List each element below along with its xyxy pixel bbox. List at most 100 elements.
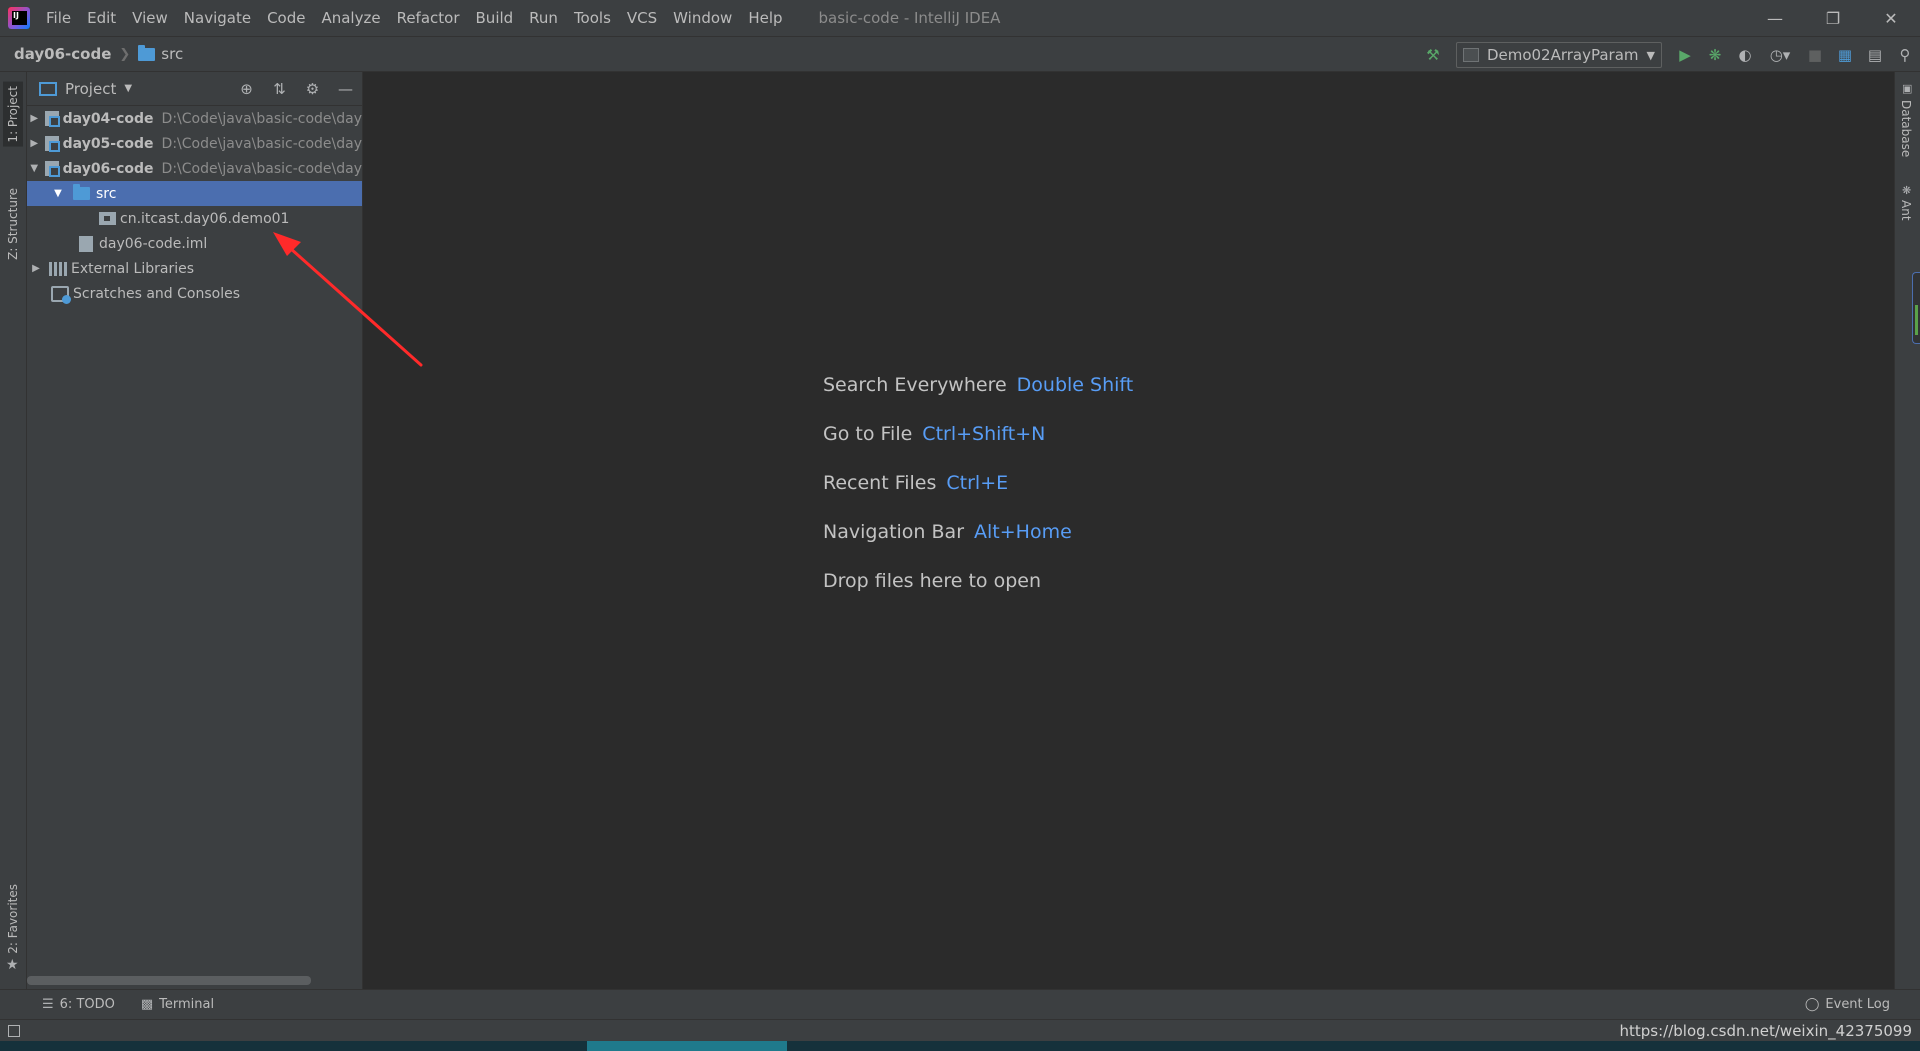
project-panel: Project ▼ ⊕ ⇅ ⚙ — ▶ day04-code D:\Code\j… xyxy=(27,72,363,989)
tree-node-external-libraries[interactable]: ▶ External Libraries xyxy=(27,256,362,281)
tool-tab-favorites[interactable]: 2: Favorites xyxy=(3,880,23,958)
locate-icon[interactable]: ⊕ xyxy=(230,72,263,106)
hint-search-everywhere: Search Everywhere Double Shift xyxy=(823,373,1134,396)
node-label: External Libraries xyxy=(71,260,194,277)
tree-node-module[interactable]: ▶ day04-code D:\Code\java\basic-code\day xyxy=(27,106,362,131)
event-log-label: Event Log xyxy=(1825,997,1890,1012)
menu-help[interactable]: Help xyxy=(740,0,790,36)
toggle-tool-windows-icon[interactable] xyxy=(8,1024,20,1037)
todo-label: 6: TODO xyxy=(59,997,115,1012)
menu-analyze[interactable]: Analyze xyxy=(313,0,388,36)
expand-arrow-icon[interactable]: ▶ xyxy=(29,138,39,149)
minimize-window-icon[interactable]: — xyxy=(1746,0,1804,36)
collapse-arrow-icon[interactable]: ▼ xyxy=(51,188,65,199)
menu-window[interactable]: Window xyxy=(665,0,740,36)
intellij-logo-icon xyxy=(8,7,30,29)
module-name: day06-code xyxy=(62,160,154,177)
menu-file[interactable]: File xyxy=(42,0,79,36)
menu-navigate[interactable]: Navigate xyxy=(176,0,259,36)
right-tool-stripe: ▣ Database ❋ Ant xyxy=(1894,72,1920,989)
tool-tab-project[interactable]: 1: Project xyxy=(3,82,23,147)
run-icon[interactable]: ▶ xyxy=(1670,37,1700,73)
tree-node-package[interactable]: cn.itcast.day06.demo01 xyxy=(27,206,362,231)
layout-icon[interactable]: ▤ xyxy=(1860,37,1890,73)
libraries-icon xyxy=(49,261,67,276)
node-label: Scratches and Consoles xyxy=(73,285,240,302)
breadcrumb-folder[interactable]: src xyxy=(161,45,183,63)
menu-view[interactable]: View xyxy=(124,0,176,36)
breadcrumb-project[interactable]: day06-code xyxy=(14,45,111,63)
tool-tab-event-log[interactable]: ◯ Event Log xyxy=(1805,997,1890,1012)
horizontal-scrollbar[interactable] xyxy=(27,976,311,985)
hint-drop-files: Drop files here to open xyxy=(823,569,1042,592)
menu-edit[interactable]: Edit xyxy=(79,0,124,36)
tree-node-module[interactable]: ▶ day05-code D:\Code\java\basic-code\day xyxy=(27,131,362,156)
tool-tab-terminal[interactable]: ▩ Terminal xyxy=(141,997,214,1012)
status-bar: https://blog.csdn.net/weixin_42375099 xyxy=(0,1019,1920,1041)
project-structure-icon[interactable]: ▦ xyxy=(1830,37,1860,73)
menu-vcs[interactable]: VCS xyxy=(619,0,665,36)
tree-node-scratches[interactable]: Scratches and Consoles xyxy=(27,281,362,306)
expand-arrow-icon[interactable]: ▶ xyxy=(29,113,39,124)
menu-refactor[interactable]: Refactor xyxy=(389,0,468,36)
restore-window-icon[interactable]: ❐ xyxy=(1804,0,1862,36)
folder-name: src xyxy=(96,185,117,202)
run-config-selector[interactable]: Demo02ArrayParam ▼ xyxy=(1455,42,1662,68)
module-path: D:\Code\java\basic-code\day xyxy=(161,135,362,152)
title-bar: File Edit View Navigate Code Analyze Ref… xyxy=(0,0,1920,36)
chevron-down-icon[interactable]: ▼ xyxy=(124,83,132,94)
menu-build[interactable]: Build xyxy=(468,0,522,36)
package-name: cn.itcast.day06.demo01 xyxy=(120,210,290,227)
project-panel-title[interactable]: Project xyxy=(65,80,116,98)
project-panel-header: Project ▼ ⊕ ⇅ ⚙ — xyxy=(27,72,362,106)
tool-tab-database[interactable]: Database xyxy=(1899,100,1913,157)
collapse-arrow-icon[interactable]: ▼ xyxy=(29,163,39,174)
project-tree: ▶ day04-code D:\Code\java\basic-code\day… xyxy=(27,106,362,306)
database-icon: ▣ xyxy=(1902,82,1913,95)
build-hammer-icon[interactable]: ⚒ xyxy=(1418,37,1448,73)
tree-node-src-folder[interactable]: ▼ src xyxy=(27,181,362,206)
taskbar-active-item[interactable] xyxy=(587,1041,787,1051)
empty-editor-hints: Search Everywhere Double Shift Go to Fil… xyxy=(823,360,1133,605)
minimize-icon[interactable]: — xyxy=(329,72,362,106)
star-icon[interactable]: ★ xyxy=(6,957,19,973)
tool-tab-todo[interactable]: ☰ 6: TODO xyxy=(42,997,115,1012)
window-title: basic-code - IntelliJ IDEA xyxy=(818,9,1001,27)
ant-icon: ❋ xyxy=(1902,184,1912,197)
gear-icon[interactable]: ⚙ xyxy=(296,72,329,106)
menu-code[interactable]: Code xyxy=(259,0,313,36)
editor-area: Search Everywhere Double Shift Go to Fil… xyxy=(364,72,1894,989)
module-path: D:\Code\java\basic-code\day xyxy=(161,110,362,127)
run-config-label: Demo02ArrayParam xyxy=(1486,46,1639,64)
iml-file-icon xyxy=(79,235,93,252)
coverage-icon[interactable]: ◐ xyxy=(1730,37,1760,73)
hint-go-to-file: Go to File Ctrl+Shift+N xyxy=(823,422,1046,445)
hint-navigation-bar: Navigation Bar Alt+Home xyxy=(823,520,1072,543)
run-config-icon xyxy=(1462,48,1479,62)
menu-tools[interactable]: Tools xyxy=(566,0,619,36)
os-taskbar xyxy=(0,1041,1920,1051)
watermark-url: https://blog.csdn.net/weixin_42375099 xyxy=(1619,1021,1912,1040)
source-folder-icon xyxy=(73,184,90,200)
folder-icon xyxy=(138,44,156,61)
tool-tab-structure[interactable]: Z: Structure xyxy=(3,184,23,264)
tree-node-file[interactable]: day06-code.iml xyxy=(27,231,362,256)
profile-icon[interactable]: ◷▾ xyxy=(1760,37,1800,73)
close-window-icon[interactable]: ✕ xyxy=(1862,0,1920,36)
scratches-icon xyxy=(51,285,71,304)
tool-tab-ant[interactable]: Ant xyxy=(1899,200,1913,221)
project-view-icon xyxy=(39,81,57,96)
expand-arrow-icon[interactable]: ▶ xyxy=(29,263,43,274)
module-path: D:\Code\java\basic-code\day xyxy=(161,160,362,177)
chevron-down-icon: ▼ xyxy=(1646,48,1655,62)
collapse-icon[interactable]: ⇅ xyxy=(263,72,296,106)
tree-node-module[interactable]: ▼ day06-code D:\Code\java\basic-code\day xyxy=(27,156,362,181)
module-folder-icon xyxy=(45,161,61,177)
search-icon[interactable]: ⚲ xyxy=(1890,37,1920,73)
memory-indicator xyxy=(1912,272,1920,344)
debug-icon[interactable]: ❋ xyxy=(1700,37,1730,73)
menu-run[interactable]: Run xyxy=(521,0,566,36)
terminal-icon: ▩ xyxy=(140,997,154,1012)
window-controls: — ❐ ✕ xyxy=(1746,0,1920,36)
stop-icon[interactable]: ■ xyxy=(1800,37,1830,73)
